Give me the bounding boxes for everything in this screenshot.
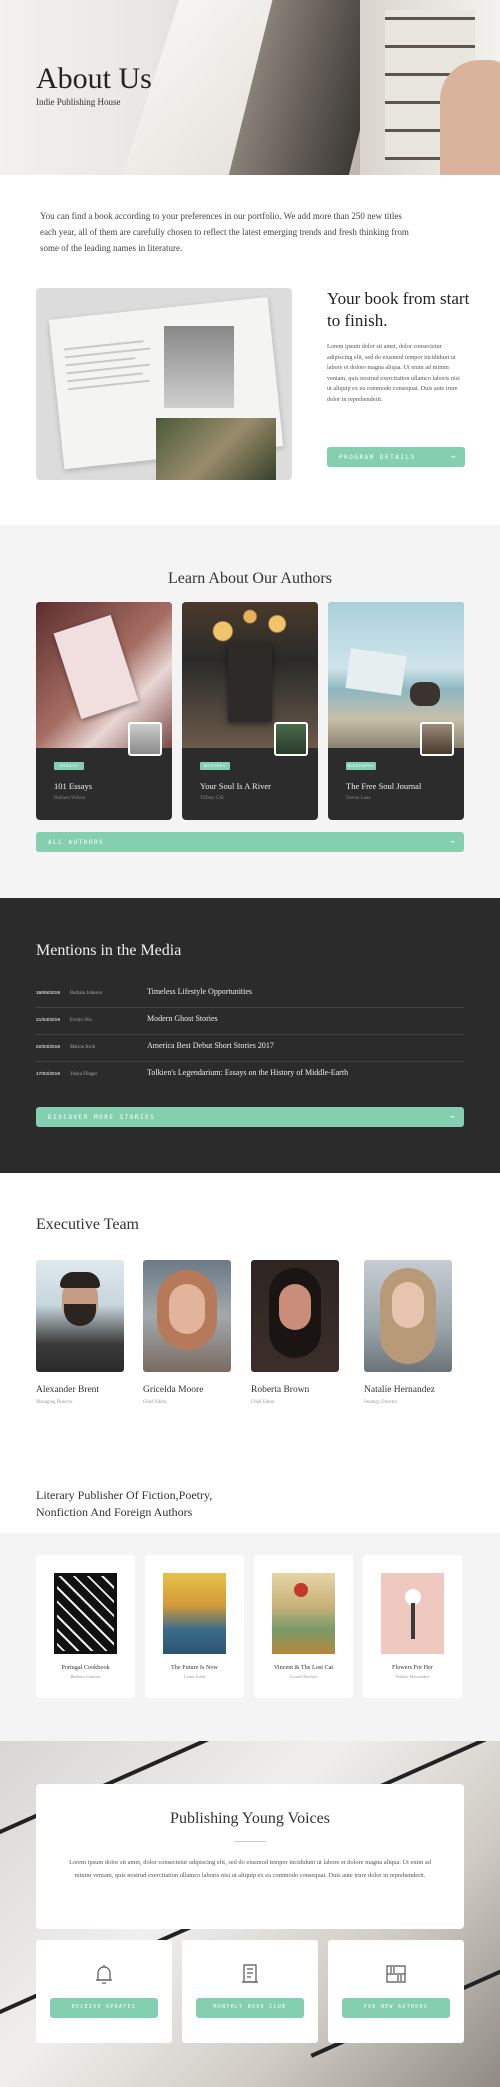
book-title: Your Soul Is A River [200,781,271,791]
hero-hand-image [440,60,500,175]
team-photo[interactable] [251,1260,339,1372]
feature-image [36,288,292,480]
monthly-book-club-button[interactable]: MONTHLY BOOK CLUB [196,1998,304,2018]
author-name: Devon Lane [346,796,371,801]
author-name: Tiffany Gill [200,796,224,801]
book-author: Natalie Hernandez [395,1674,430,1679]
discover-more-button[interactable]: DISCOVER MORE STORIES → [36,1107,464,1127]
media-headline[interactable]: Modern Ghost Stories [147,1014,218,1023]
genre-badge: BIOGRAPHY [346,762,376,770]
page-subtitle: Indie Publishing House [36,97,121,107]
media-headline[interactable]: Timeless Lifestyle Opportunities [147,987,252,996]
team-role: Chief Editor [251,1400,275,1405]
button-label: DISCOVER MORE STORIES [48,1114,156,1121]
avatar [128,722,162,756]
team-name: Natalie Hernandez [364,1385,435,1395]
team-name: Roberta Brown [251,1385,310,1395]
team-role: Strategy Director [364,1400,398,1405]
book-title: Portugal Cookbook [61,1664,110,1671]
book-cover-image [381,1573,444,1654]
team-photo[interactable] [143,1260,231,1372]
book-title: 101 Essays [54,781,93,791]
arrow-right-icon: → [449,837,456,846]
media-row[interactable]: 02/03/2019 Marion Krob America Best Debu… [36,1036,464,1062]
book-cover-image [163,1573,226,1654]
book-author: Leonel Rechter [289,1674,318,1679]
media-title: Mentions in the Media [36,942,182,959]
team-photo[interactable] [364,1260,452,1372]
team-photo[interactable] [36,1260,124,1372]
team-title: Executive Team [36,1216,139,1233]
book-cover-image [54,1573,117,1654]
avatar [420,722,454,756]
all-authors-button[interactable]: ALL AUTHORS → [36,832,464,852]
literary-title: Literary Publisher Of Fiction,Poetry, No… [36,1488,213,1519]
cta-card: FOR NEW AUTHORS [328,1940,464,2043]
authors-title: Learn About Our Authors [168,570,332,587]
book-title: Vincent & The Lost Cat [273,1664,334,1671]
media-author: Marion Krob [70,1045,96,1050]
media-date: 18/05/2019 [36,991,61,996]
avatar [274,722,308,756]
divider [234,1841,266,1842]
arrow-right-icon: → [450,452,457,461]
book-cover-image [272,1573,335,1654]
receive-updates-button[interactable]: RECEIVE UPDATES [50,1998,158,2018]
book-title: The Future Is Now [171,1664,218,1671]
book-card[interactable]: Portugal Cookbook Barbara Johnson [36,1555,135,1698]
author-card[interactable]: BIOGRAPHY The Free Soul Journal Devon La… [328,602,464,820]
magazine-photo [164,326,234,408]
media-date: 02/03/2019 [36,1045,61,1050]
page-title: About Us [36,62,152,95]
team-role: Chief Editor [143,1400,167,1405]
feature-body: Lorem ipsum dolor sit amet, dolor consec… [327,343,460,403]
media-author: Yadya Flinger [70,1072,98,1077]
team-name: Gricelda Moore [143,1385,204,1395]
hero-banner: About Us Indie Publishing House [0,0,500,175]
publishing-body: Lorem ipsum dolor sit amet, dolor consec… [69,1859,431,1879]
scroll-icon [242,1964,258,1983]
bookshelf-icon [386,1965,406,1983]
book-card[interactable]: The Future Is Now Laura Lobb [145,1555,244,1698]
plant-image [156,418,276,480]
publishing-title: Publishing Young Voices [170,1810,330,1827]
button-label: PROGRAM DETAILS [339,454,416,461]
media-author: Barbara Johnson [70,991,103,996]
for-new-authors-button[interactable]: FOR NEW AUTHORS [342,1998,450,2018]
author-card[interactable]: MYSTERY Your Soul Is A River Tiffany Gil… [182,602,318,820]
book-author: Barbara Johnson [70,1674,101,1679]
media-headline[interactable]: Tolkien's Legendarium: Essays on the His… [147,1068,348,1077]
author-card[interactable]: ESSAYS 101 Essays Barbara Wilson [36,602,172,820]
program-details-button[interactable]: PROGRAM DETAILS → [327,447,465,467]
feature-title: Your book from start to finish. [327,289,470,330]
cta-card: RECEIVE UPDATES [36,1940,172,2043]
bell-icon [96,1965,112,1984]
book-title: The Free Soul Journal [346,781,422,791]
media-headline[interactable]: America Best Debut Short Stories 2017 [147,1041,274,1050]
media-date: 17/02/2019 [36,1072,61,1077]
genre-badge: MYSTERY [200,762,230,770]
media-date: 21/04/2019 [36,1018,61,1023]
team-name: Alexander Brent [36,1385,100,1395]
author-name: Barbara Wilson [54,796,86,801]
genre-badge: ESSAYS [54,762,84,770]
button-label: ALL AUTHORS [48,839,105,846]
publishing-card: Publishing Young Voices Lorem ipsum dolo… [36,1784,464,1929]
book-card[interactable]: Flowers For Her Natalie Hernandez [363,1555,462,1698]
media-row[interactable]: 18/05/2019 Barbara Johnson Timeless Life… [36,982,464,1008]
media-author: Evelyn Nix [70,1018,92,1023]
media-row[interactable]: 17/02/2019 Yadya Flinger Tolkien's Legen… [36,1063,464,1089]
book-author: Laura Lobb [183,1674,206,1679]
cta-card: MONTHLY BOOK CLUB [182,1940,318,2043]
arrow-right-icon: → [449,1112,456,1121]
intro-text: You can find a book according to your pr… [40,211,409,253]
team-role: Managing Director [36,1400,73,1405]
book-title: Flowers For Her [392,1664,433,1671]
book-card[interactable]: Vincent & The Lost Cat Leonel Rechter [254,1555,353,1698]
media-row[interactable]: 21/04/2019 Evelyn Nix Modern Ghost Stori… [36,1009,464,1035]
